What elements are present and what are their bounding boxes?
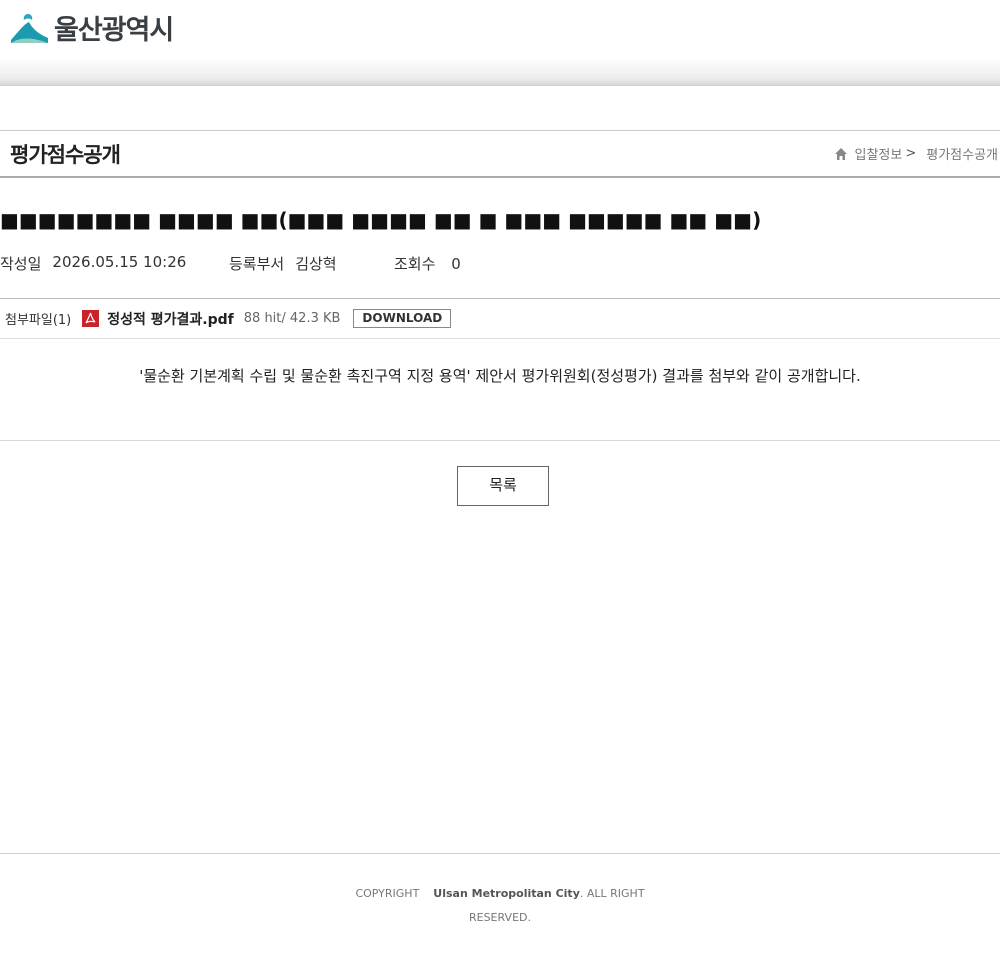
post-meta: 작성일 2026.05.15 10:26 등록부서 김상혁 조회수 0 [0, 253, 461, 274]
attachment-file-link[interactable]: 정성적 평가결과.pdf [107, 309, 234, 329]
download-button[interactable]: DOWNLOAD [353, 309, 452, 328]
list-button[interactable]: 목록 [457, 466, 549, 506]
breadcrumb: 입찰정보 > 평가점수공개 [834, 144, 998, 163]
views-label: 조회수 [394, 255, 436, 273]
breadcrumb-separator: > [905, 146, 917, 161]
site-header: 울산광역시 [0, 0, 1000, 86]
post-title: ■■■■■■■■ ■■■■ ■■(■■■ ■■■■ ■■ ■ ■■■ ■■■■■… [0, 208, 762, 232]
attachment-file-info: 88 hit/ 42.3 KB [243, 311, 341, 326]
date-value: 2026.05.15 10:26 [52, 253, 187, 271]
copyright-prefix: COPYRIGHT [355, 887, 420, 900]
post-content: '물순환 기본계획 수립 및 물순환 촉진구역 지정 용역' 제안서 평가위원회… [139, 367, 861, 385]
ulsan-logo-icon [11, 13, 48, 43]
dept-value: 김상혁 [295, 255, 337, 273]
site-footer: COPYRIGHT Ulsan Metropolitan City. ALL RI… [0, 853, 1000, 954]
date-label: 작성일 [0, 255, 42, 273]
copyright-suffix-1: . ALL RIGHT [579, 887, 645, 900]
content-divider [0, 440, 1000, 441]
breadcrumb-parent[interactable]: 입찰정보 [854, 144, 902, 163]
attachment-label: 첨부파일(1) [5, 313, 72, 328]
copyright-text: COPYRIGHT Ulsan Metropolitan City. ALL RI… [330, 882, 670, 930]
pdf-icon [82, 310, 100, 327]
logo-text: 울산광역시 [54, 15, 174, 46]
home-icon[interactable] [834, 147, 848, 161]
page-title: 평가점수공개 [10, 143, 121, 167]
breadcrumb-current[interactable]: 평가점수공개 [926, 144, 998, 163]
views-value: 0 [451, 255, 461, 273]
dept-label: 등록부서 [229, 255, 285, 273]
copyright-suffix-2: RESERVED. [468, 911, 531, 924]
attachment-row: 첨부파일(1) 정성적 평가결과.pdf 88 hit/ 42.3 KB DOW… [0, 298, 1000, 339]
copyright-city: Ulsan Metropolitan City [433, 887, 580, 900]
page-title-bar: 평가점수공개 입찰정보 > 평가점수공개 [0, 130, 1000, 178]
site-logo[interactable]: 울산광역시 [8, 8, 174, 47]
